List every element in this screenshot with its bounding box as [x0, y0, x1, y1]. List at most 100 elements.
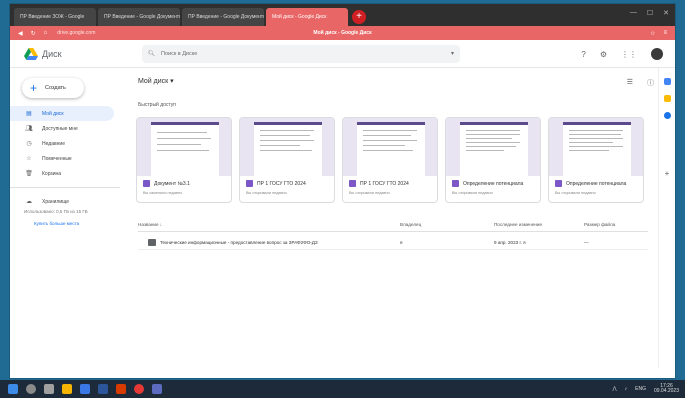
drive-header: Диск 🔍︎ Поиск в Диске ▾ ? ⚙ ⋮⋮	[10, 40, 675, 68]
doc-icon	[555, 180, 562, 187]
browser-tab-active[interactable]: Мой диск - Google Диск	[266, 8, 348, 26]
maximize-icon[interactable]: ☐	[647, 9, 653, 17]
apps-icon[interactable]: ⋮⋮	[621, 50, 637, 59]
page-title: Мой диск - Google Диск	[313, 30, 372, 36]
browser-tab[interactable]: ПР Введение - Google Документы	[98, 8, 180, 26]
create-button[interactable]: + Создать	[22, 78, 84, 98]
header-actions: ? ⚙ ⋮⋮	[581, 48, 663, 60]
sidebar-item-label: Мой диск	[42, 110, 64, 117]
sidebar-item-storage[interactable]: ☁ Хранилище	[10, 194, 128, 209]
quick-access-card[interactable]: Определение потенциала Вы открывали неда…	[548, 117, 644, 203]
column-header-size: Размер файла	[584, 222, 616, 227]
column-header-owner: Владелец	[400, 222, 422, 227]
sidebar-item-shared[interactable]: 👥︎ Доступные мне	[10, 121, 128, 136]
document-thumbnail	[240, 118, 334, 176]
sidebar-item-label: Недавние	[42, 140, 65, 147]
clock-icon: ◷	[26, 141, 32, 147]
file-size: —	[584, 240, 589, 245]
plus-icon: +	[30, 81, 38, 95]
breadcrumb[interactable]: Мой диск ▾	[138, 77, 174, 85]
search-icon[interactable]	[26, 384, 36, 394]
task-view-icon[interactable]	[44, 384, 54, 394]
calendar-icon[interactable]	[663, 78, 671, 85]
sidebar-item-trash[interactable]: 🗑︎ Корзина	[10, 166, 128, 181]
sidebar-item-my-drive[interactable]: ▤ Мой диск	[10, 106, 114, 121]
card-title: ПР 1 ГОСУ ГТО 2024	[257, 180, 306, 187]
column-header-name[interactable]: Название ↓	[138, 222, 162, 227]
taskbar: ⋀ ♪ ENG 17:26 09.04.2023	[0, 380, 685, 398]
keep-icon[interactable]	[663, 95, 671, 102]
clock[interactable]: 17:26 09.04.2023	[654, 384, 679, 394]
app-icon[interactable]	[152, 384, 162, 394]
sidebar-item-label: Доступные мне	[42, 125, 78, 132]
document-thumbnail	[137, 118, 231, 176]
tasks-icon[interactable]	[663, 112, 671, 119]
yandex-icon[interactable]	[134, 384, 144, 394]
minimize-icon[interactable]: —	[630, 9, 637, 17]
sidebar-item-starred[interactable]: ☆ Помеченные	[10, 151, 128, 166]
drive-icon: ▤	[26, 111, 32, 117]
close-icon[interactable]: ✕	[663, 9, 669, 17]
star-icon: ☆	[26, 156, 32, 162]
search-options-icon[interactable]: ▾	[451, 50, 454, 57]
drive-logo-icon	[24, 47, 38, 60]
card-title: Определение потенциала	[566, 180, 627, 187]
sidebar-item-recent[interactable]: ◷ Недавние	[10, 136, 128, 151]
avatar[interactable]	[651, 48, 663, 60]
card-subtitle: Вы изменили недавно	[143, 191, 183, 195]
new-tab-button[interactable]: +	[352, 10, 366, 24]
quick-access-card[interactable]: ПР 1 ГОСУ ГТО 2024 Вы открывали недавно	[342, 117, 438, 203]
table-row[interactable]: Технические информационные - предоставле…	[138, 236, 648, 250]
buy-storage-link[interactable]: Купить больше места	[10, 221, 110, 227]
quick-access-card[interactable]: ПР 1 ГОСУ ГТО 2024 Вы открывали недавно	[239, 117, 335, 203]
quick-access-card[interactable]: Документ №3.1 Вы изменили недавно	[136, 117, 232, 203]
card-title: ПР 1 ГОСУ ГТО 2024	[360, 180, 409, 187]
powerpoint-icon[interactable]	[116, 384, 126, 394]
trash-icon: 🗑︎	[25, 171, 33, 177]
shared-icon: 👥︎	[25, 126, 33, 132]
card-title: Документ №3.1	[154, 180, 190, 187]
volume-icon[interactable]: ♪	[625, 386, 628, 392]
logo-text: Диск	[42, 48, 62, 59]
list-view-icon[interactable]: ☰	[627, 78, 633, 88]
view-controls: ☰ ⓘ	[627, 78, 654, 88]
doc-icon	[143, 180, 150, 187]
explorer-icon[interactable]	[62, 384, 72, 394]
bookmark-icon[interactable]: ☆	[650, 30, 655, 37]
search-icon: 🔍︎	[148, 50, 155, 57]
create-label: Создать	[45, 85, 66, 91]
word-icon[interactable]	[98, 384, 108, 394]
quick-access-card[interactable]: Определение потенциала Вы открывали неда…	[445, 117, 541, 203]
search-placeholder: Поиск в Диске	[160, 50, 198, 57]
network-icon[interactable]: ⋀	[613, 386, 617, 392]
search-input[interactable]: 🔍︎ Поиск в Диске ▾	[142, 44, 460, 63]
file-owner: я	[400, 240, 403, 245]
add-addon-icon[interactable]: +	[659, 169, 675, 178]
sidebar-item-label: Помеченные	[42, 155, 72, 162]
browser-tab[interactable]: ПР Введение - Google Документы	[182, 8, 264, 26]
main-content: Мой диск ▾ ☰ ⓘ Быстрый доступ Документ №…	[128, 68, 658, 368]
browser-icon[interactable]	[80, 384, 90, 394]
language-indicator[interactable]: ENG	[635, 386, 646, 392]
document-thumbnail	[549, 118, 643, 176]
card-subtitle: Вы открывали недавно	[452, 191, 493, 195]
settings-icon[interactable]: ⚙	[600, 50, 607, 59]
card-subtitle: Вы открывали недавно	[555, 191, 596, 195]
start-icon[interactable]	[8, 384, 18, 394]
sidebar-item-label: Хранилище	[42, 198, 69, 205]
help-icon[interactable]: ?	[581, 50, 585, 59]
browser-tab[interactable]: ПР Введение ЗОЖ - Google	[14, 8, 96, 26]
doc-icon	[349, 180, 356, 187]
clock-date: 09.04.2023	[653, 388, 679, 394]
info-icon[interactable]: ⓘ	[647, 78, 654, 88]
card-subtitle: Вы открывали недавно	[349, 191, 390, 195]
side-panel: +	[658, 68, 675, 368]
sidebar: + Создать ▤ Мой диск 👥︎ Доступные мне ◷ …	[10, 68, 128, 368]
menu-icon[interactable]: ≡	[663, 30, 667, 37]
sidebar-nav: ▤ Мой диск 👥︎ Доступные мне ◷ Недавние ☆…	[10, 106, 128, 181]
doc-icon	[246, 180, 253, 187]
drive-logo[interactable]: Диск	[24, 47, 124, 60]
file-name: Технические информационные - предоставле…	[160, 240, 318, 245]
card-subtitle: Вы открывали недавно	[246, 191, 287, 195]
file-modified: 9 апр. 2023 г. я	[494, 240, 526, 245]
